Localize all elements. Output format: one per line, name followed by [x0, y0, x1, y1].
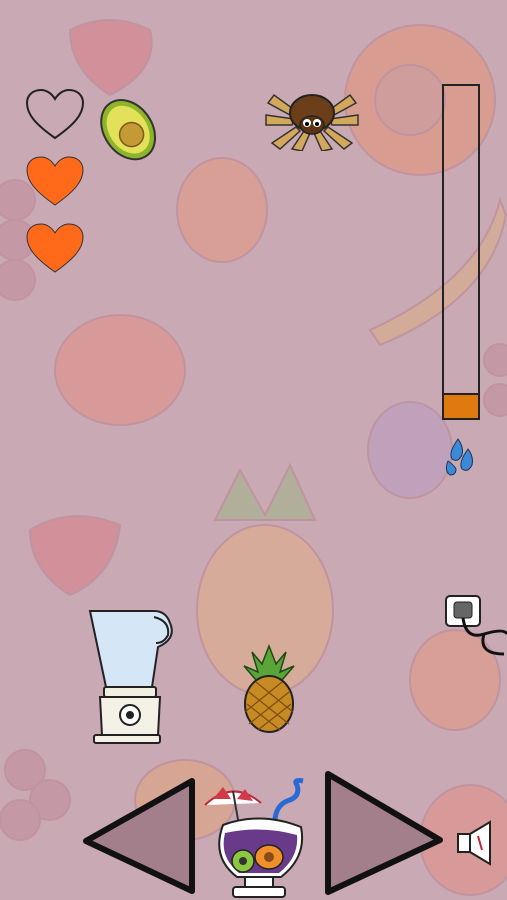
move-right-button[interactable] — [322, 770, 446, 896]
bg-peach-icon — [176, 157, 268, 263]
speaker-icon — [457, 820, 491, 866]
sound-toggle-button[interactable] — [456, 820, 498, 866]
spider-icon[interactable] — [262, 85, 362, 151]
chevron-left-icon — [83, 778, 195, 894]
pineapple-icon[interactable] — [240, 644, 298, 734]
smoothie-glass-icon — [203, 777, 315, 900]
blend-level-fill — [444, 392, 478, 418]
power-socket-icon — [444, 594, 507, 658]
bg-strawberry-icon — [68, 19, 153, 97]
heart-full-icon — [25, 155, 85, 209]
bg-apple-icon — [54, 314, 186, 426]
blend-level-meter — [442, 84, 480, 420]
avocado-icon[interactable] — [93, 92, 161, 164]
bg-plum-icon — [367, 401, 453, 499]
move-left-button[interactable] — [78, 777, 198, 895]
blender-icon — [86, 607, 176, 745]
heart-full-icon — [25, 222, 85, 276]
water-drops-icon — [444, 435, 482, 481]
bg-banana-icon — [368, 196, 507, 347]
heart-empty-icon — [25, 88, 85, 142]
chevron-right-icon — [325, 771, 443, 895]
